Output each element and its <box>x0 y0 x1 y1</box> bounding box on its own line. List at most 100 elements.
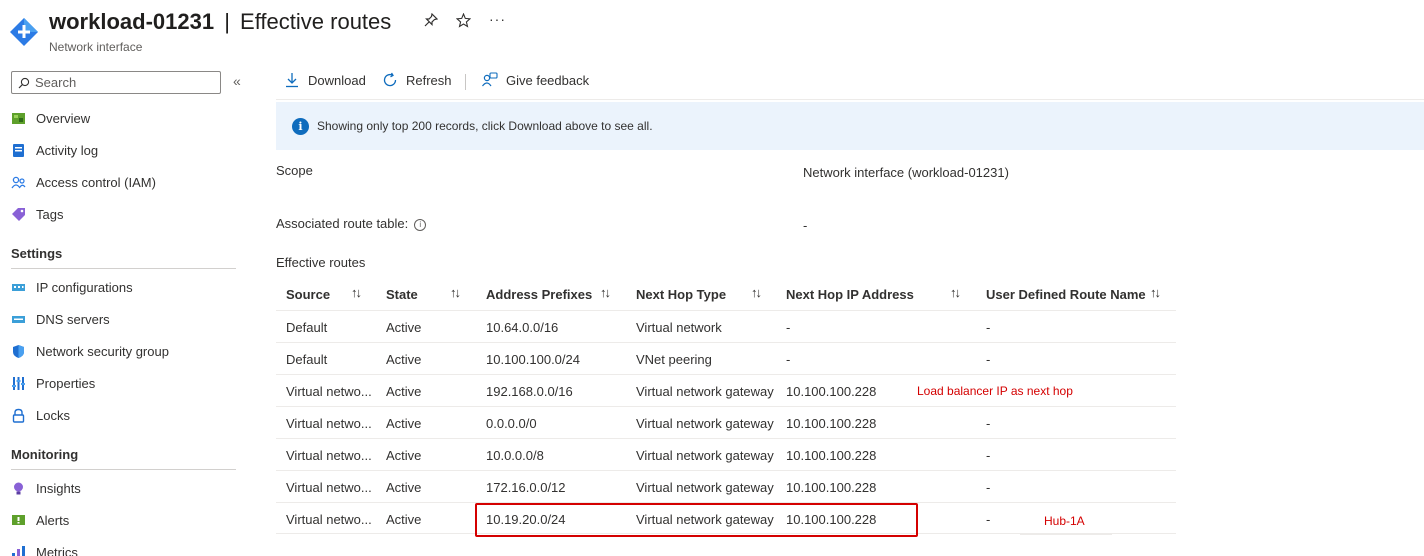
feedback-label: Give feedback <box>506 72 590 88</box>
nav-label: Insights <box>36 480 81 496</box>
cell-udr: - <box>986 447 991 463</box>
sort-icon[interactable]: ↑↓ <box>950 285 961 300</box>
nav-item-ip-configurations[interactable]: IP configurations <box>11 277 133 297</box>
nav-label: Network security group <box>36 343 169 359</box>
star-icon[interactable] <box>455 12 472 32</box>
annotation-load-balancer-note: Load balancer IP as next hop <box>917 384 1073 398</box>
cell-source: Virtual netwo... <box>286 447 372 463</box>
nav-item-tags[interactable]: Tags <box>11 204 63 224</box>
nav-item-dns-servers[interactable]: DNS servers <box>11 309 110 329</box>
shield-icon <box>11 344 26 359</box>
nav-item-activity-log[interactable]: Activity log <box>11 140 98 160</box>
cell-udr: - <box>986 415 991 431</box>
nav-item-insights[interactable]: Insights <box>11 478 81 498</box>
table-row[interactable]: Default Active 10.64.0.0/16 Virtual netw… <box>276 310 1176 342</box>
column-header-next-hop-type[interactable]: Next Hop Type <box>636 278 726 310</box>
cell-state: Active <box>386 447 422 463</box>
refresh-button[interactable]: Refresh <box>382 72 452 88</box>
annotation-hub-note: Hub-1A <box>1044 514 1085 528</box>
sort-icon[interactable]: ↑↓ <box>450 285 461 300</box>
nav-item-alerts[interactable]: Alerts <box>11 510 69 530</box>
properties-icon <box>11 376 26 391</box>
insights-icon <box>11 481 26 496</box>
scope-label: Scope <box>276 163 313 178</box>
column-header-source[interactable]: Source <box>286 278 330 310</box>
cell-hop-ip: 10.100.100.228 <box>786 383 877 399</box>
cell-source: Default <box>286 351 328 367</box>
cell-state: Active <box>386 415 422 431</box>
nav-item-overview[interactable]: Overview <box>11 108 90 128</box>
metrics-icon <box>11 545 26 556</box>
sort-icon[interactable]: ↑↓ <box>1150 285 1161 300</box>
search-input[interactable]: Search <box>11 71 221 94</box>
table-row[interactable]: Virtual netwo... Active 0.0.0.0/0 Virtua… <box>276 406 1176 438</box>
toolbar-underline <box>276 99 1424 100</box>
nav-label: IP configurations <box>36 279 133 295</box>
cell-udr: - <box>986 511 991 527</box>
refresh-label: Refresh <box>406 72 452 88</box>
cell-hop-type: VNet peering <box>636 351 712 367</box>
cell-source: Virtual netwo... <box>286 415 372 431</box>
cell-source: Virtual netwo... <box>286 511 372 527</box>
cell-hop-ip: - <box>786 319 791 335</box>
cell-hop-type: Virtual network gateway <box>636 383 774 399</box>
table-row[interactable]: Default Active 10.100.100.0/24 VNet peer… <box>276 342 1176 374</box>
give-feedback-button[interactable]: Give feedback <box>481 72 589 88</box>
column-header-address-prefixes[interactable]: Address Prefixes <box>486 278 592 310</box>
scope-value: Network interface (workload-01231) <box>803 165 1009 180</box>
cell-hop-type: Virtual network gateway <box>636 447 774 463</box>
cell-state: Active <box>386 383 422 399</box>
cell-source: Default <box>286 319 328 335</box>
sort-icon[interactable]: ↑↓ <box>600 285 611 300</box>
nav-item-iam[interactable]: Access control (IAM) <box>11 172 156 192</box>
section-title: Effective routes <box>276 255 366 270</box>
cell-prefix: 10.100.100.0/24 <box>486 351 580 367</box>
download-button[interactable]: Download <box>284 72 366 88</box>
page-title: workload-01231 | Effective routes <box>49 9 391 35</box>
table-row[interactable]: Virtual netwo... Active 172.16.0.0/12 Vi… <box>276 470 1176 502</box>
cell-state: Active <box>386 319 422 335</box>
section-divider <box>11 469 236 470</box>
column-header-next-hop-ip[interactable]: Next Hop IP Address <box>786 278 914 310</box>
search-icon <box>18 77 30 88</box>
ellipsis-icon[interactable]: ··· <box>489 11 506 27</box>
route-table-label-row: Associated route table: i <box>276 216 427 231</box>
cell-prefix: 172.16.0.0/12 <box>486 479 566 495</box>
nav-item-locks[interactable]: Locks <box>11 405 70 425</box>
overview-icon <box>11 111 26 126</box>
column-header-state[interactable]: State <box>386 278 418 310</box>
lock-icon <box>11 408 26 423</box>
tag-icon <box>11 207 26 222</box>
sort-icon[interactable]: ↑↓ <box>351 285 362 300</box>
blade-title: Effective routes <box>240 9 392 34</box>
nav-label: Locks <box>36 407 70 423</box>
nav-item-properties[interactable]: Properties <box>11 373 95 393</box>
cell-hop-ip: - <box>786 351 791 367</box>
feedback-icon <box>482 72 498 87</box>
nav-item-metrics[interactable]: Metrics <box>11 542 78 556</box>
cell-state: Active <box>386 511 422 527</box>
annotation-underline <box>1020 534 1112 535</box>
network-interface-icon <box>10 18 38 46</box>
refresh-icon <box>383 72 397 87</box>
resource-type: Network interface <box>49 40 143 54</box>
table-row[interactable]: Virtual netwo... Active 10.0.0.0/8 Virtu… <box>276 438 1176 470</box>
resource-name: workload-01231 <box>49 9 215 34</box>
settings-heading: Settings <box>11 246 63 261</box>
cell-udr: - <box>986 479 991 495</box>
info-banner: i Showing only top 200 records, click Do… <box>276 102 1424 150</box>
pin-icon[interactable] <box>424 12 439 31</box>
iam-icon <box>11 175 26 190</box>
activity-log-icon <box>11 143 26 158</box>
cell-prefix: 192.168.0.0/16 <box>486 383 573 399</box>
info-icon[interactable]: i <box>414 218 427 231</box>
collapse-sidebar-icon[interactable]: « <box>233 73 241 89</box>
nav-item-network-security-group[interactable]: Network security group <box>11 341 169 361</box>
toolbar-divider <box>465 74 466 90</box>
cell-hop-type: Virtual network gateway <box>636 479 774 495</box>
cell-prefix: 0.0.0.0/0 <box>486 415 537 431</box>
sort-icon[interactable]: ↑↓ <box>751 285 762 300</box>
cell-state: Active <box>386 479 422 495</box>
title-separator: | <box>224 9 230 34</box>
column-header-udr-name[interactable]: User Defined Route Name <box>986 278 1146 310</box>
